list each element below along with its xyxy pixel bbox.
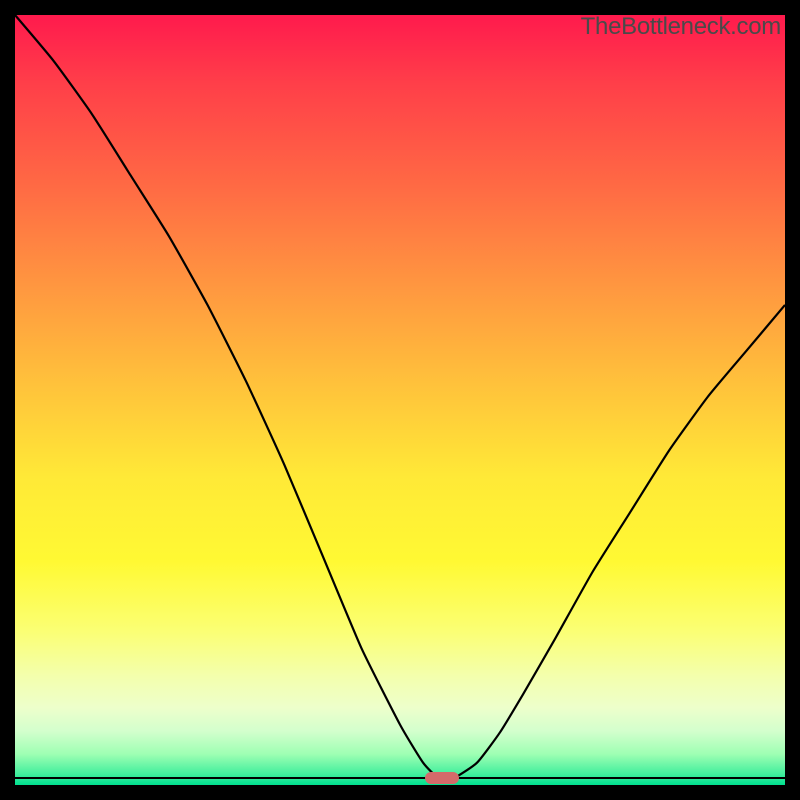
baseline (15, 777, 785, 779)
bottleneck-curve (15, 15, 785, 785)
optimal-marker (425, 772, 459, 784)
curve-path (15, 15, 785, 779)
chart-plot-area: TheBottleneck.com (15, 15, 785, 785)
